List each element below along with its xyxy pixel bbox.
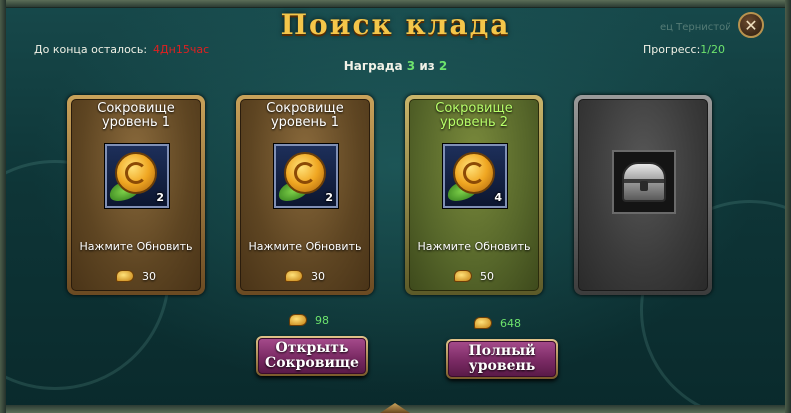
card-cost: 50: [410, 270, 538, 283]
open-treasure-label: Открыть Сокровище: [258, 338, 366, 374]
treasure-card-1[interactable]: Сокровище уровень 1 2 Нажмите Обновить 3…: [67, 95, 205, 295]
gold-ingot-icon: [454, 270, 472, 282]
close-button[interactable]: ✕: [738, 12, 764, 38]
open-treasure-button[interactable]: Открыть Сокровище: [256, 336, 368, 376]
card-hint: Нажмите Обновить: [417, 240, 531, 253]
card-hint: Нажмите Обновить: [79, 240, 193, 253]
silver-chest-icon: [622, 162, 666, 202]
reward-total: 2: [438, 59, 448, 73]
card-title: Сокровище уровень 1: [266, 101, 344, 130]
reward-current: 3: [406, 59, 416, 73]
reward-counter: Награда 3 из 2: [0, 59, 791, 73]
card-hint: Нажмите Обновить: [248, 240, 362, 253]
gold-ingot-icon: [285, 270, 303, 282]
gold-ingot-icon: [474, 317, 492, 329]
window-frame-top: [0, 0, 791, 8]
gold-coin-icon: [115, 152, 157, 194]
gold-ingot-icon: [116, 270, 134, 282]
timer-label: До конца осталось:: [34, 43, 148, 56]
treasure-hunt-window: Поиск клада ец Тернистой Дол ✕ До конца …: [0, 0, 791, 413]
treasure-slot[interactable]: 2: [274, 144, 338, 208]
card-title: Сокровище уровень 1: [97, 101, 175, 130]
card-panel: Сокровище уровень 1 2 Нажмите Обновить 3…: [71, 99, 201, 291]
gold-ingot-icon: [289, 314, 307, 326]
gold-coin-icon: [453, 152, 495, 194]
background-faded-text: ец Тернистой Дол: [660, 22, 730, 33]
item-quantity: 4: [494, 191, 502, 204]
card-panel: Сокровище уровень 1 2 Нажмите Обновить 3…: [240, 99, 370, 291]
treasure-card-3[interactable]: Сокровище уровень 2 4 Нажмите Обновить 5…: [405, 95, 543, 295]
gold-coin-icon: [284, 152, 326, 194]
treasure-card-2[interactable]: Сокровище уровень 1 2 Нажмите Обновить 3…: [236, 95, 374, 295]
progress-label: Прогресс:: [642, 43, 701, 56]
chest-slot[interactable]: [612, 150, 676, 214]
card-title: Сокровище уровень 2: [435, 101, 513, 130]
card-panel: [578, 99, 708, 291]
item-quantity: 2: [325, 191, 333, 204]
open-treasure-cost: 98: [289, 314, 329, 327]
item-quantity: 2: [156, 191, 164, 204]
card-cost: 30: [241, 270, 369, 283]
full-level-label: Полный уровень: [448, 341, 556, 377]
full-level-cost: 648: [474, 317, 521, 330]
treasure-slot[interactable]: 2: [105, 144, 169, 208]
card-cost: 30: [72, 270, 200, 283]
reward-label: Награда: [343, 59, 403, 73]
treasure-card-4-locked[interactable]: [574, 95, 712, 295]
treasure-slot[interactable]: 4: [443, 144, 507, 208]
card-panel: Сокровище уровень 2 4 Нажмите Обновить 5…: [409, 99, 539, 291]
progress-value: 1/20: [700, 43, 725, 56]
progress: Прогресс:1/20: [643, 43, 725, 56]
timer: До конца осталось: 4Дн15час: [34, 43, 209, 56]
close-icon: ✕: [744, 15, 758, 35]
reward-separator: из: [419, 59, 435, 73]
timer-value: 4Дн15час: [153, 43, 210, 56]
full-level-button[interactable]: Полный уровень: [446, 339, 558, 379]
